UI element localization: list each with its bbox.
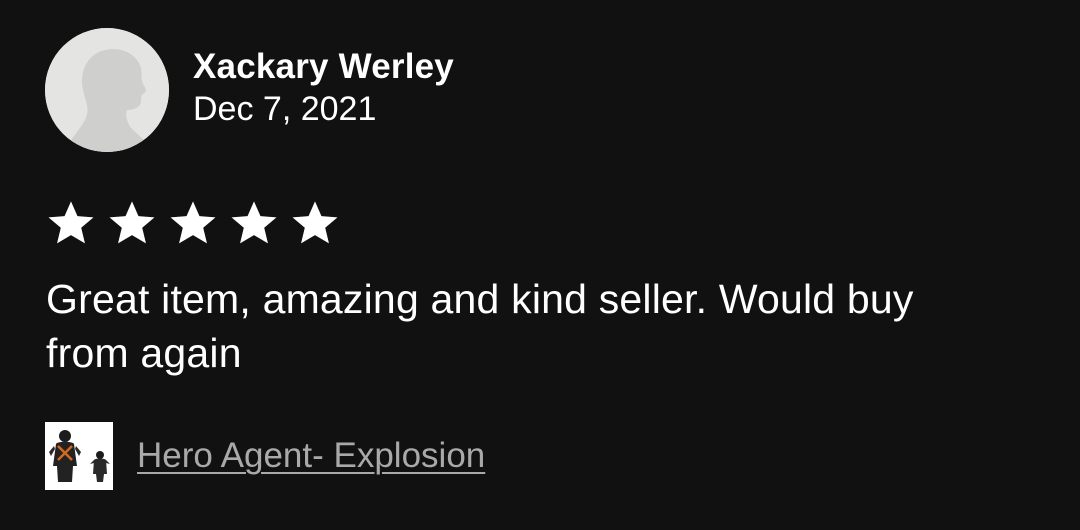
reviewed-item-link[interactable]: Hero Agent- Explosion xyxy=(45,422,485,490)
star-rating xyxy=(46,198,351,248)
item-title-link[interactable]: Hero Agent- Explosion xyxy=(137,436,485,476)
reviewer-header: Xackary Werley Dec 7, 2021 xyxy=(45,28,454,152)
star-icon xyxy=(168,198,218,248)
review-text: Great item, amazing and kind seller. Wou… xyxy=(46,276,914,376)
star-icon xyxy=(229,198,279,248)
star-icon xyxy=(290,198,340,248)
avatar[interactable] xyxy=(45,28,169,152)
item-thumbnail[interactable] xyxy=(45,422,113,490)
star-icon xyxy=(46,198,96,248)
review-date: Dec 7, 2021 xyxy=(193,90,377,128)
hero-agent-figure-icon xyxy=(45,422,113,490)
default-user-silhouette-icon xyxy=(45,28,169,152)
review-card: Xackary Werley Dec 7, 2021 Great item, a… xyxy=(0,0,1080,530)
reviewer-meta: Xackary Werley Dec 7, 2021 xyxy=(193,47,454,129)
star-icon xyxy=(107,198,157,248)
reviewer-name[interactable]: Xackary Werley xyxy=(193,47,454,87)
